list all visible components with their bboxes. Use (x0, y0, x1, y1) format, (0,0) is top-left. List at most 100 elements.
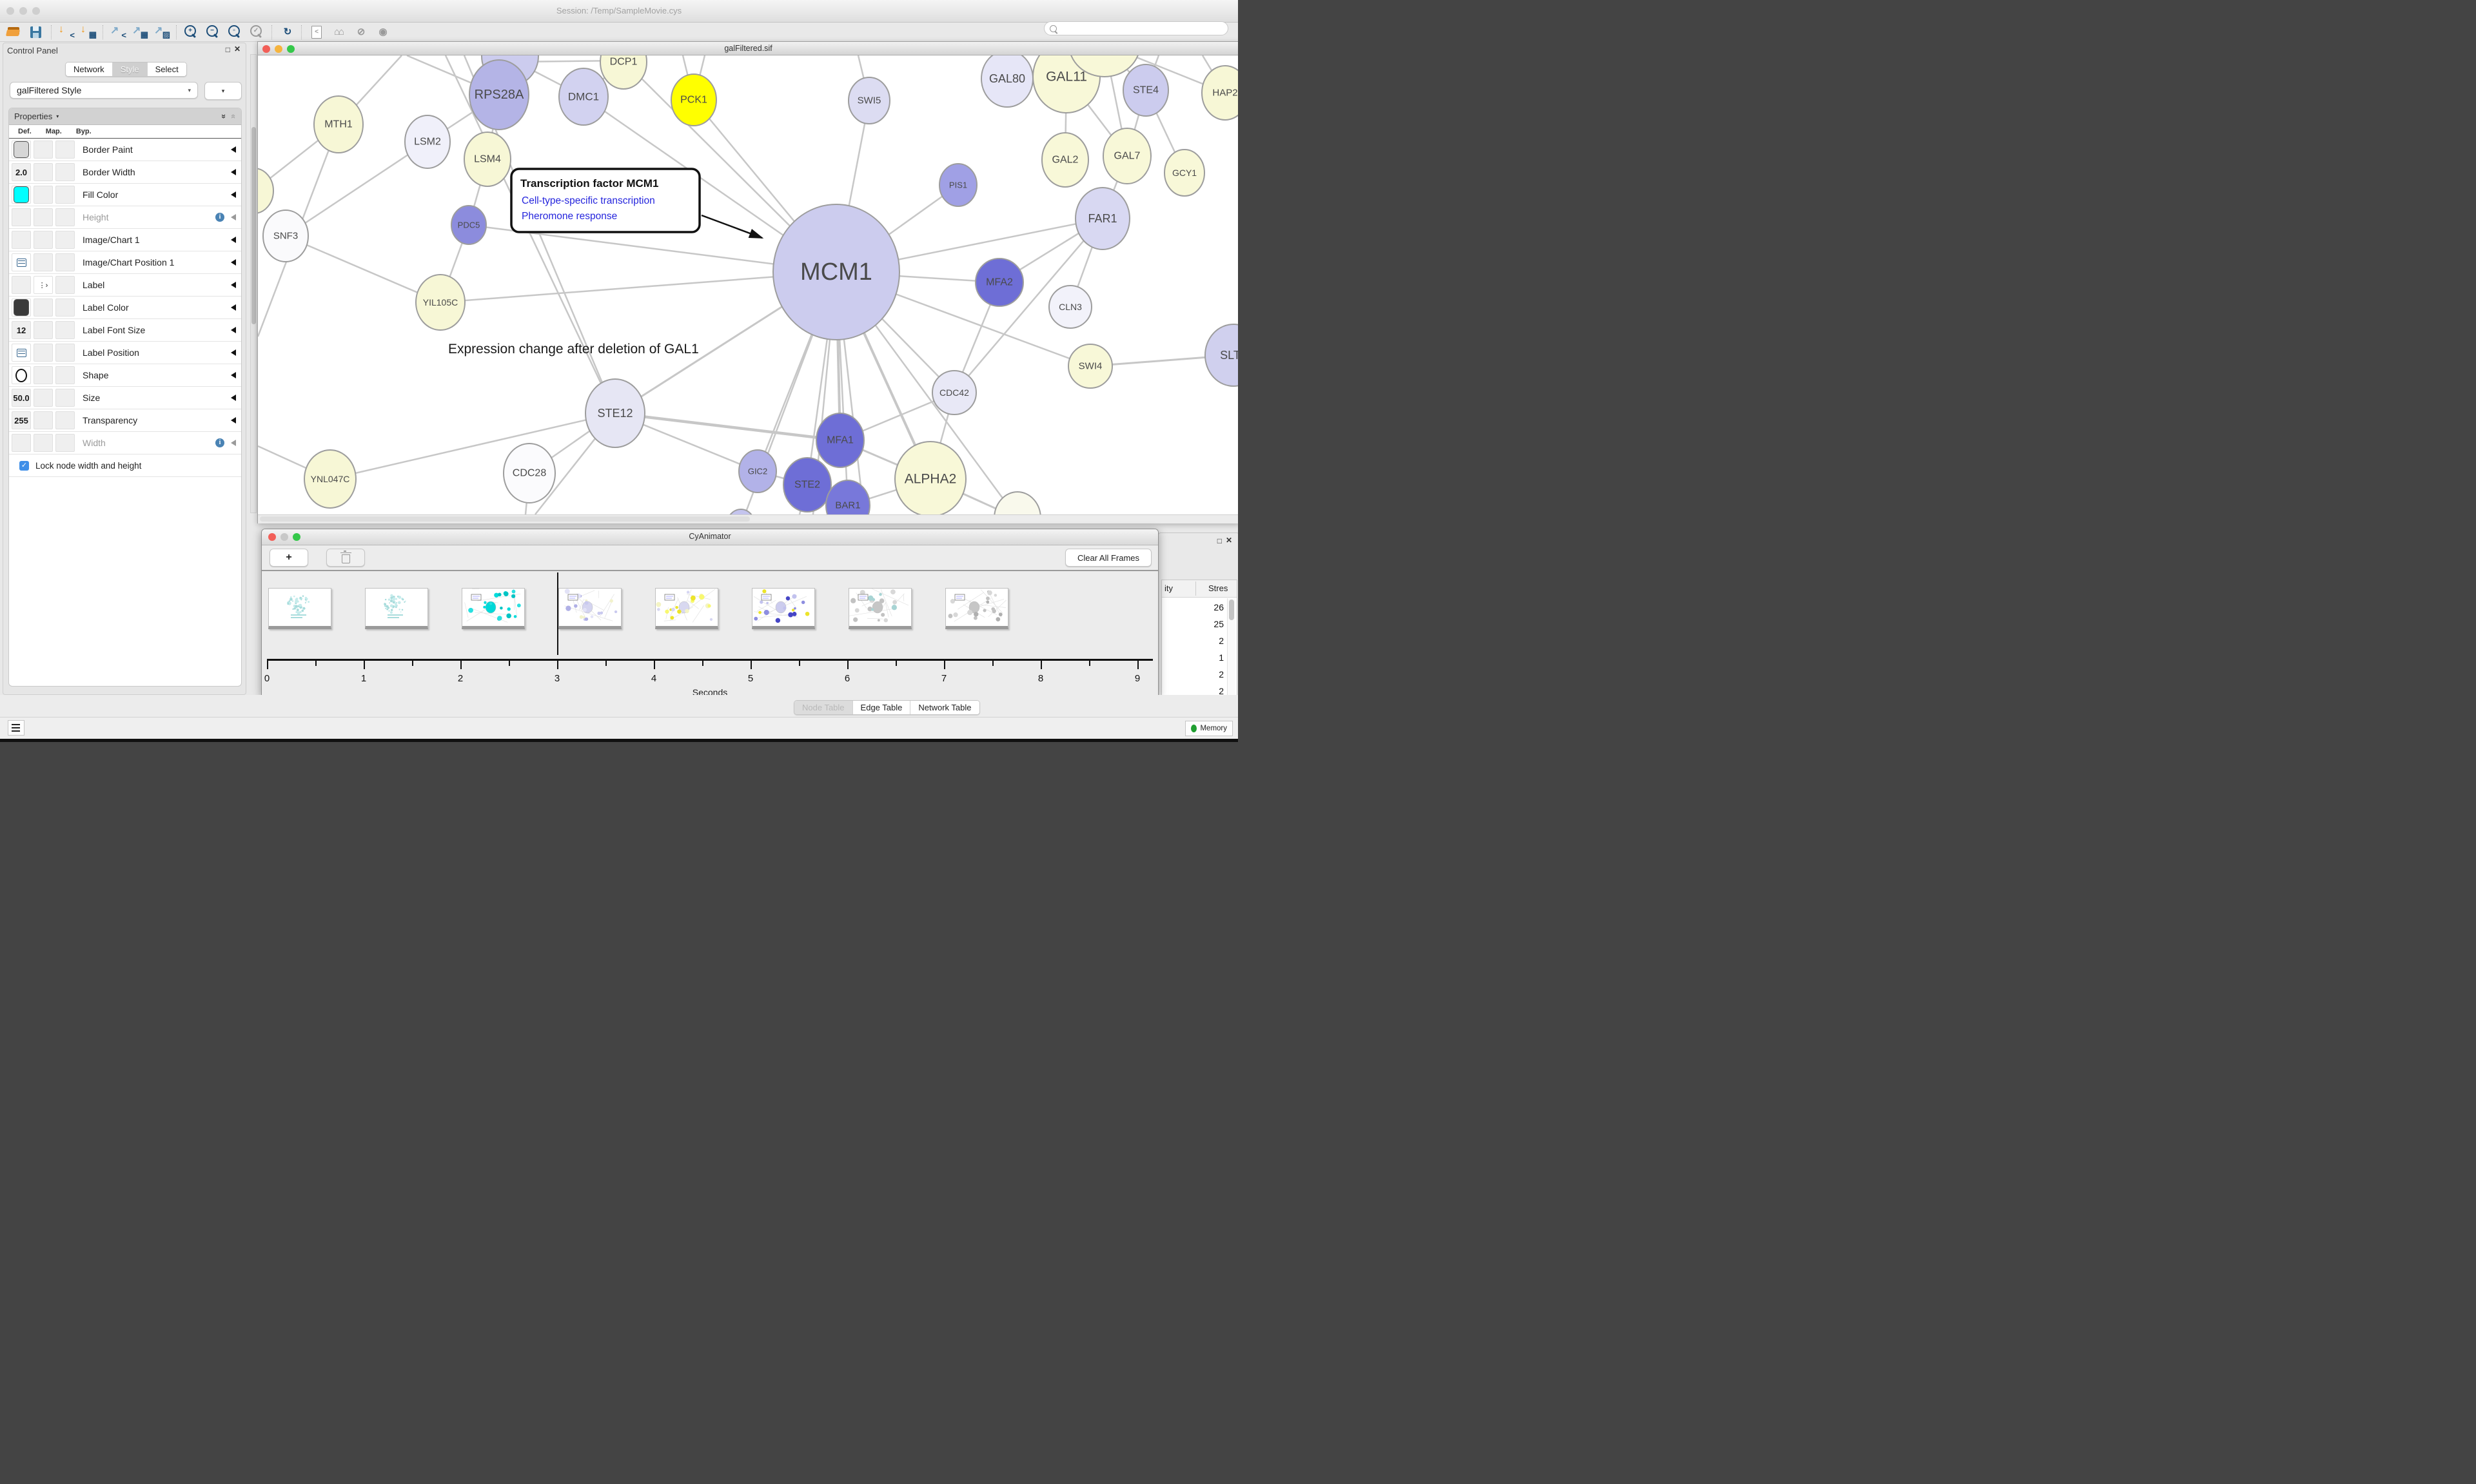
properties-header[interactable]: Properties ▾ » « (9, 108, 241, 125)
default-value-cell[interactable] (12, 208, 31, 226)
animation-frame-3[interactable] (558, 588, 622, 629)
column-header[interactable]: Stres (1208, 583, 1228, 593)
default-value-cell[interactable] (12, 253, 31, 271)
annotation-link[interactable]: Pheromone response (522, 211, 617, 222)
scrollbar-thumb[interactable] (260, 516, 750, 522)
mapping-cell[interactable]: ⋮› (34, 276, 53, 294)
import-table-icon[interactable]: ↓▦ (79, 24, 98, 41)
info-icon[interactable]: i (215, 213, 224, 222)
collapse-arrow-icon[interactable] (231, 304, 236, 311)
search-input[interactable] (1044, 21, 1228, 35)
collapse-arrow-icon[interactable] (231, 237, 236, 243)
property-row-border-paint[interactable]: Border Paint (9, 139, 241, 161)
bypass-cell[interactable] (55, 366, 75, 384)
column-header[interactable]: ity (1164, 583, 1173, 593)
network-edge[interactable] (286, 142, 427, 236)
lock-checkbox[interactable]: ✓ (19, 461, 29, 471)
save-session-icon[interactable] (27, 24, 46, 41)
bypass-cell[interactable] (55, 141, 75, 159)
collapse-arrow-icon[interactable] (231, 282, 236, 288)
table-cell[interactable]: 1 (1185, 652, 1224, 663)
info-icon[interactable]: i (215, 438, 224, 447)
close-panel-icon[interactable]: ✕ (234, 45, 241, 53)
search-sites-icon[interactable]: ⌂⌂ (329, 24, 348, 41)
add-frame-button[interactable]: + (270, 549, 308, 567)
bypass-cell[interactable] (55, 411, 75, 429)
zoom-out-icon[interactable]: − (204, 24, 223, 41)
collapse-arrow-icon[interactable] (231, 349, 236, 356)
animation-frame-4[interactable] (655, 588, 718, 629)
tab-network[interactable]: Network (66, 63, 113, 76)
scrollbar-thumb[interactable] (1229, 600, 1234, 620)
bypass-cell[interactable] (55, 163, 75, 181)
zoom-selected-icon[interactable]: ✓ (248, 24, 267, 41)
tab-node-table[interactable]: Node Table (794, 701, 853, 714)
collapse-arrow-icon[interactable] (231, 214, 236, 220)
collapse-arrow-icon[interactable] (231, 191, 236, 198)
bypass-cell[interactable] (55, 208, 75, 226)
default-value-cell[interactable]: 50.0 (12, 389, 31, 407)
show-icon[interactable]: ◉ (373, 24, 392, 41)
import-network-icon[interactable]: ↓< (57, 24, 76, 41)
delete-frame-button[interactable] (326, 549, 365, 567)
close-panel-icon[interactable]: ✕ (1226, 536, 1232, 544)
animation-frame-2[interactable] (462, 588, 525, 629)
table-cell[interactable]: 25 (1185, 619, 1224, 629)
property-row-image-chart-position-1[interactable]: Image/Chart Position 1 (9, 251, 241, 274)
zoom-in-icon[interactable]: + (182, 24, 201, 41)
collapse-arrow-icon[interactable] (231, 146, 236, 153)
mapping-cell[interactable] (34, 389, 53, 407)
property-row-border-width[interactable]: 2.0Border Width (9, 161, 241, 184)
collapse-arrow-icon[interactable] (231, 259, 236, 266)
animation-frame-7[interactable] (945, 588, 1008, 629)
default-value-cell[interactable] (12, 276, 31, 294)
collapse-arrow-icon[interactable] (231, 327, 236, 333)
animation-frame-5[interactable] (752, 588, 815, 629)
export-table-icon[interactable]: ↗▦ (130, 24, 150, 41)
bypass-cell[interactable] (55, 253, 75, 271)
bypass-cell[interactable] (55, 344, 75, 362)
default-value-cell[interactable] (12, 434, 31, 452)
mapping-cell[interactable] (34, 141, 53, 159)
bypass-cell[interactable] (55, 434, 75, 452)
bypass-cell[interactable] (55, 298, 75, 317)
mapping-cell[interactable] (34, 208, 53, 226)
tab-select[interactable]: Select (148, 63, 186, 76)
animation-frame-1[interactable] (365, 588, 428, 629)
property-row-label-font-size[interactable]: 12Label Font Size (9, 319, 241, 342)
animation-frame-6[interactable] (849, 588, 912, 629)
default-value-cell[interactable] (12, 344, 31, 362)
hide-icon[interactable]: ⊘ (351, 24, 370, 41)
default-value-cell[interactable] (12, 141, 31, 159)
table-cell[interactable]: 2 (1185, 636, 1224, 646)
mapping-cell[interactable] (34, 434, 53, 452)
network-node[interactable] (727, 509, 755, 514)
open-session-icon[interactable] (5, 24, 25, 41)
clear-all-frames-button[interactable]: Clear All Frames (1065, 549, 1152, 567)
collapse-arrow-icon[interactable] (231, 395, 236, 401)
property-row-image-chart-1[interactable]: Image/Chart 1 (9, 229, 241, 251)
zoom-fit-icon[interactable]: ▫ (226, 24, 245, 41)
expand-all-icon[interactable]: » (219, 114, 229, 119)
annotation-link[interactable]: Cell-type-specific transcription (522, 195, 655, 206)
mapping-cell[interactable] (34, 186, 53, 204)
property-row-fill-color[interactable]: Fill Color (9, 184, 241, 206)
collapse-arrow-icon[interactable] (231, 440, 236, 446)
float-panel-icon[interactable]: □ (226, 46, 230, 54)
annotation-callout[interactable]: Transcription factor MCM1Cell-type-speci… (511, 169, 762, 238)
lock-size-row[interactable]: ✓ Lock node width and height (9, 454, 241, 477)
column-divider[interactable] (1195, 581, 1196, 596)
network-vertical-scrollbar[interactable] (250, 54, 257, 513)
network-node[interactable] (258, 168, 273, 213)
mapping-cell[interactable] (34, 253, 53, 271)
default-value-cell[interactable]: 12 (12, 321, 31, 339)
collapse-arrow-icon[interactable] (231, 372, 236, 378)
table-cell[interactable]: 2 (1185, 669, 1224, 679)
export-image-icon[interactable]: ↗▨ (152, 24, 172, 41)
property-row-transparency[interactable]: 255Transparency (9, 409, 241, 432)
collapse-all-icon[interactable]: « (229, 114, 239, 119)
default-value-cell[interactable] (12, 366, 31, 384)
mapping-cell[interactable] (34, 366, 53, 384)
memory-button[interactable]: Memory (1185, 721, 1233, 736)
style-selector[interactable]: galFiltered Style ▾ (10, 82, 198, 99)
